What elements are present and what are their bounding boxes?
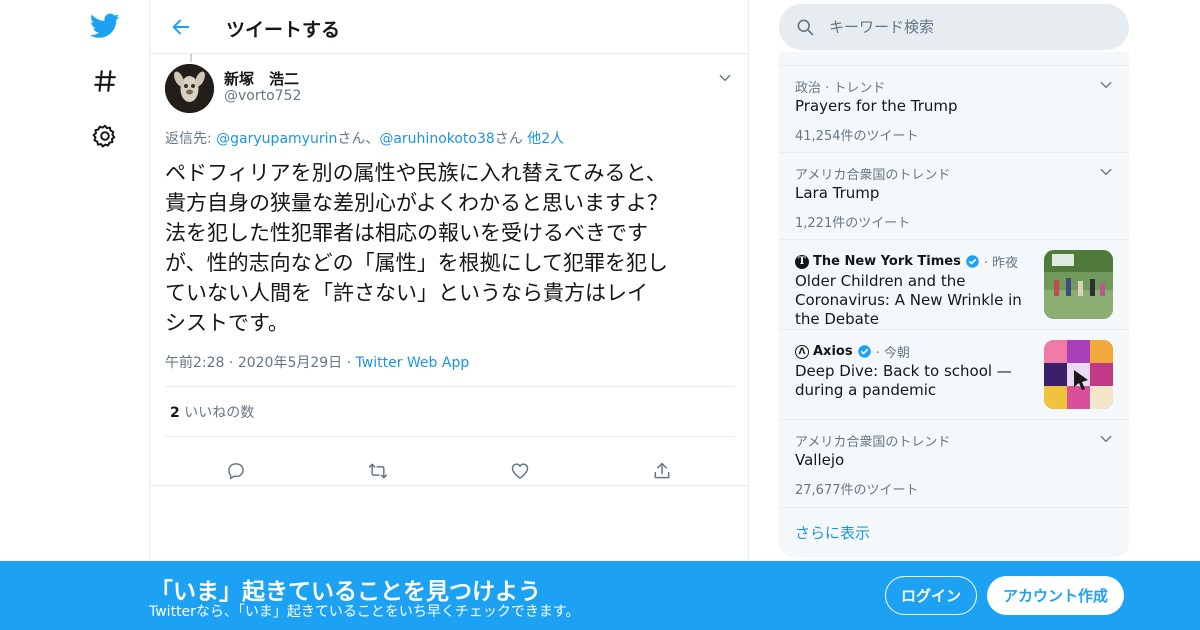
chevron-down-icon[interactable]: [715, 68, 735, 88]
trend-count: 27,677件のツイート: [795, 483, 919, 498]
reply-others-link[interactable]: 他2人: [527, 131, 564, 147]
verified-icon: [965, 254, 980, 269]
trends-panel: 政治 · トレンド Prayers for the Trump 41,254件の…: [779, 52, 1129, 557]
reply-to: 返信先: @garyupamyurinさん、@aruhinokoto38さん 他…: [165, 128, 564, 148]
nyt-logo-icon: T: [795, 254, 809, 269]
show-more-link[interactable]: さらに表示: [795, 522, 870, 543]
axios-logo-icon: Λ: [795, 344, 809, 359]
news-source: T The New York Times · 昨夜: [795, 252, 1018, 271]
news-title: Deep Dive: Back to school — during a pan…: [795, 362, 1012, 399]
author-name[interactable]: 新塚 浩二: [224, 68, 299, 89]
banner-subtitle: Twitterなら、「いま」起きていることをいち早くチェックできます。: [149, 604, 580, 620]
likes-label: いいねの数: [184, 405, 255, 421]
trend-count: 1,221件のツイート: [795, 216, 911, 231]
search-input[interactable]: [829, 4, 1109, 50]
verified-icon: [857, 344, 872, 359]
page-title: ツイートする: [226, 19, 341, 41]
divider: [165, 436, 735, 437]
meta-dot: ·: [228, 355, 234, 371]
news-thumbnail: [1044, 340, 1113, 409]
tweet-meta: 午前2:28 · 2020年5月29日 · Twitter Web App: [165, 352, 469, 372]
main-column: ツイートする 新塚 浩二 @vorto752 返信先: @garyupamyur…: [149, 0, 749, 630]
search-bar: [779, 4, 1129, 50]
reply-user-link[interactable]: @garyupamyurin: [216, 131, 337, 147]
news-time: · 昨夜: [983, 256, 1019, 271]
share-icon[interactable]: [651, 460, 673, 482]
news-item[interactable]: T The New York Times · 昨夜 Older Children…: [779, 239, 1129, 329]
chevron-down-icon[interactable]: [1097, 163, 1115, 181]
chevron-down-icon[interactable]: [1097, 76, 1115, 94]
reply-icon[interactable]: [225, 460, 247, 482]
news-item[interactable]: Λ Axios · 今朝 Deep Dive: Back to school —…: [779, 329, 1129, 419]
reply-san: さん: [494, 131, 523, 147]
author-handle[interactable]: @vorto752: [224, 88, 301, 104]
page-header: ツイートする: [150, 0, 748, 54]
divider: [165, 386, 735, 387]
news-source: Λ Axios · 今朝: [795, 342, 910, 361]
news-time: · 今朝: [875, 346, 910, 361]
trend-count: 41,254件のツイート: [795, 129, 919, 144]
trend-context: アメリカ合衆国のトレンド: [795, 435, 951, 450]
tweet-text: ペドフィリアを別の属性や民族に入れ替えてみると、 貴方自身の狭量な差別心がよくわ…: [165, 161, 668, 335]
hashtag-icon[interactable]: [90, 66, 120, 96]
retweet-icon[interactable]: [367, 460, 389, 482]
likes-count[interactable]: 2 いいねの数: [170, 402, 254, 422]
tweet-date[interactable]: 2020年5月29日: [238, 355, 342, 371]
show-more-row: さらに表示: [779, 507, 1129, 557]
heart-icon[interactable]: [509, 460, 531, 482]
login-button[interactable]: ログイン: [885, 576, 977, 615]
chevron-down-icon[interactable]: [1097, 430, 1115, 448]
tweet-source[interactable]: Twitter Web App: [356, 355, 470, 371]
tweet-actions: [165, 448, 735, 494]
likes-number: 2: [170, 405, 180, 421]
twitter-logo-icon[interactable]: [90, 11, 120, 41]
signup-button[interactable]: アカウント作成: [987, 576, 1124, 615]
news-title: Older Children and the Coronavirus: A Ne…: [795, 272, 1022, 328]
reply-prefix: 返信先:: [165, 131, 217, 147]
trend-name: Lara Trump: [795, 184, 880, 202]
reply-san: さん、: [337, 131, 380, 147]
trend-name: Vallejo: [795, 451, 845, 469]
trend-context: アメリカ合衆国のトレンド: [795, 168, 951, 183]
trend-name: Prayers for the Trump: [795, 97, 958, 115]
news-source-name: The New York Times: [813, 254, 961, 269]
divider: [150, 485, 749, 486]
thread-line: [190, 54, 192, 62]
back-arrow-icon[interactable]: [168, 14, 194, 40]
trend-item[interactable]: アメリカ合衆国のトレンド Lara Trump 1,221件のツイート: [779, 152, 1129, 240]
trend-item[interactable]: アメリカ合衆国のトレンド Vallejo 27,677件のツイート: [779, 419, 1129, 507]
news-source-name: Axios: [813, 344, 853, 359]
news-thumbnail: [1044, 250, 1113, 319]
reply-user-link[interactable]: @aruhinokoto38: [379, 131, 494, 147]
meta-dot: ·: [346, 355, 352, 371]
trend-item[interactable]: 政治 · トレンド Prayers for the Trump 41,254件の…: [779, 65, 1129, 153]
avatar[interactable]: [165, 64, 214, 113]
trend-context: 政治 · トレンド: [795, 81, 886, 96]
tweet-time[interactable]: 午前2:28: [165, 355, 224, 371]
gear-icon[interactable]: [90, 121, 120, 151]
search-icon: [795, 17, 815, 37]
signup-banner: 「いま」起きていることを見つけよう Twitterなら、「いま」起きていることを…: [0, 561, 1200, 630]
